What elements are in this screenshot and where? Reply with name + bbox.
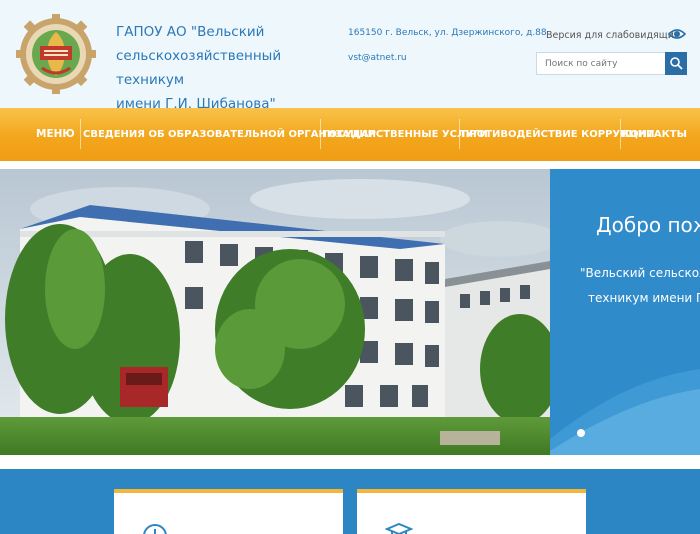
accessibility-version-link[interactable]: Версия для слабовидящих	[546, 30, 680, 41]
search-button[interactable]	[665, 52, 687, 75]
organization-name[interactable]: ГАПОУ АО "Вельский сельскохозяйственный …	[116, 20, 336, 116]
nav-divider	[620, 119, 621, 149]
email-link[interactable]: vst@atnet.ru	[348, 53, 407, 63]
nav-divider	[320, 119, 321, 149]
welcome-subtitle-line-2: техникум имени Г.И. Шибанова"	[588, 291, 700, 305]
welcome-subtitle-line-1: "Вельский сельскохозяйственный	[580, 266, 700, 280]
site-header: ГАПОУ АО "Вельский сельскохозяйственный …	[0, 0, 700, 112]
college-emblem-logo[interactable]	[14, 12, 98, 96]
nav-item-contacts[interactable]: КОНТАКТЫ	[622, 108, 687, 161]
college-building-photo	[0, 169, 550, 455]
services-section	[0, 469, 700, 534]
clock-icon	[143, 524, 167, 534]
search-icon	[670, 57, 683, 70]
hero-slider[interactable]: Добро пожаловать "Вельский сельскохозяйс…	[0, 169, 700, 455]
org-name-line-1: ГАПОУ АО "Вельский	[116, 24, 265, 40]
welcome-title: Добро пожаловать	[596, 213, 700, 237]
search-input[interactable]	[536, 52, 666, 75]
decorative-waves	[550, 369, 700, 455]
address-text: 165150 г. Вельск, ул. Дзержинского, д.88	[348, 28, 547, 38]
nav-divider	[459, 119, 460, 149]
slider-dot-active[interactable]	[577, 429, 585, 437]
welcome-panel: Добро пожаловать "Вельский сельскохозяйс…	[550, 169, 700, 455]
org-name-line-2: сельскохозяйственный техникум	[116, 48, 282, 88]
nav-item-menu[interactable]: МЕНЮ	[36, 108, 75, 161]
service-card-1[interactable]	[114, 489, 343, 534]
eye-icon[interactable]	[668, 27, 686, 41]
service-card-2[interactable]	[357, 489, 586, 534]
nav-divider	[80, 119, 81, 149]
graduation-cap-icon	[385, 523, 413, 534]
main-navigation: МЕНЮ СВЕДЕНИЯ ОБ ОБРАЗОВАТЕЛЬНОЙ ОРГАНИЗ…	[0, 108, 700, 161]
